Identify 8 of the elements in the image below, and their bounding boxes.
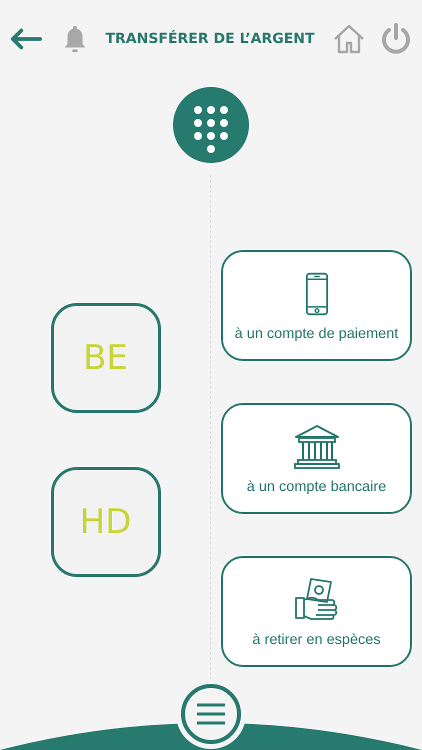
transfer-option-button[interactable]: à un compte bancaire	[221, 403, 412, 514]
menu-icon	[197, 703, 225, 725]
keypad-icon[interactable]	[173, 87, 249, 163]
transfer-option-button[interactable]: à un compte de paiement	[221, 250, 412, 361]
bank-icon	[292, 422, 340, 470]
back-icon[interactable]	[10, 28, 42, 50]
page-title: TRANSFÉRER DE L’ARGENT	[104, 31, 316, 47]
transfer-option-button[interactable]: à retirer en espèces	[221, 556, 412, 667]
